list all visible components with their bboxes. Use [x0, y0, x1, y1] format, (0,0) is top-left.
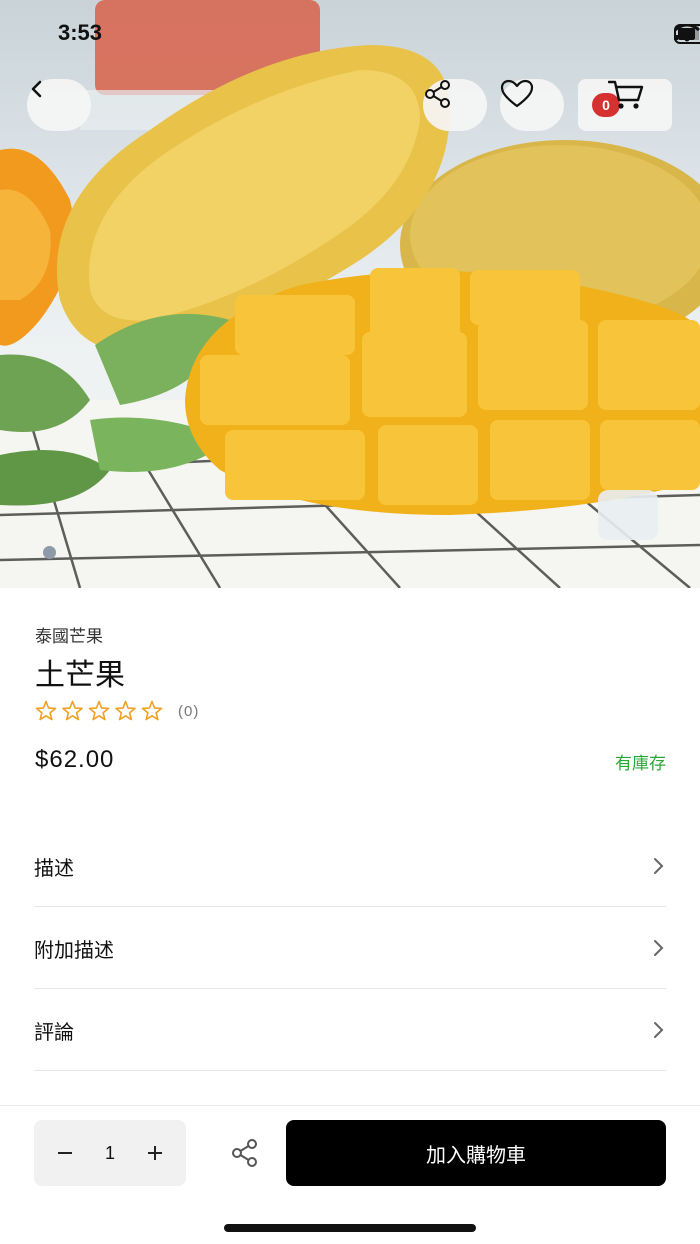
back-button[interactable]: [27, 79, 91, 131]
quantity-value[interactable]: 1: [105, 1143, 115, 1164]
minus-icon: [58, 1152, 72, 1154]
rating-stars: [35, 700, 163, 721]
star-icon: [141, 700, 163, 721]
wishlist-button[interactable]: [500, 79, 564, 131]
chevron-right-icon: [654, 940, 664, 956]
product-category[interactable]: 泰國芒果: [35, 622, 103, 647]
increment-button[interactable]: [142, 1140, 168, 1166]
battery-icon: [674, 24, 700, 44]
chevron-right-icon: [654, 858, 664, 874]
decrement-button[interactable]: [52, 1140, 78, 1166]
status-time: 3:53: [58, 20, 103, 45]
section-label: 附加描述: [34, 939, 114, 962]
product-price: $62.00: [35, 746, 115, 773]
chevron-right-icon: [654, 1022, 664, 1038]
add-to-cart-button[interactable]: 加入購物車: [286, 1120, 666, 1186]
gallery-page-indicator[interactable]: [43, 546, 56, 559]
star-icon: [62, 700, 83, 721]
star-icon: [88, 700, 110, 721]
share-icon: [232, 1139, 257, 1167]
home-indicator[interactable]: [224, 1224, 476, 1232]
stock-status: 有庫存: [615, 754, 666, 773]
status-bar: 3:53: [0, 0, 700, 70]
back-icon: [31, 80, 42, 98]
section-label: 評論: [34, 1021, 74, 1044]
quantity-stepper: 1: [34, 1120, 186, 1186]
share-icon: [425, 80, 450, 108]
section-additional-description[interactable]: 附加描述: [34, 908, 666, 989]
product-image-gallery[interactable]: 3:53 0: [0, 0, 700, 588]
share-button-bottom[interactable]: [230, 1138, 260, 1173]
plus-icon: [147, 1146, 162, 1160]
section-reviews[interactable]: 評論: [34, 990, 666, 1071]
section-label: 描述: [34, 857, 74, 880]
product-name: 土芒果: [35, 659, 125, 692]
cart-icon: [608, 80, 644, 109]
star-icon: [35, 700, 57, 721]
heart-icon: [500, 79, 534, 108]
product-rating[interactable]: (0): [35, 700, 199, 722]
cart-button[interactable]: 0: [578, 79, 672, 131]
share-button[interactable]: [423, 79, 487, 131]
rating-count: (0): [178, 702, 200, 720]
star-icon: [115, 700, 136, 721]
section-description[interactable]: 描述: [34, 826, 666, 907]
